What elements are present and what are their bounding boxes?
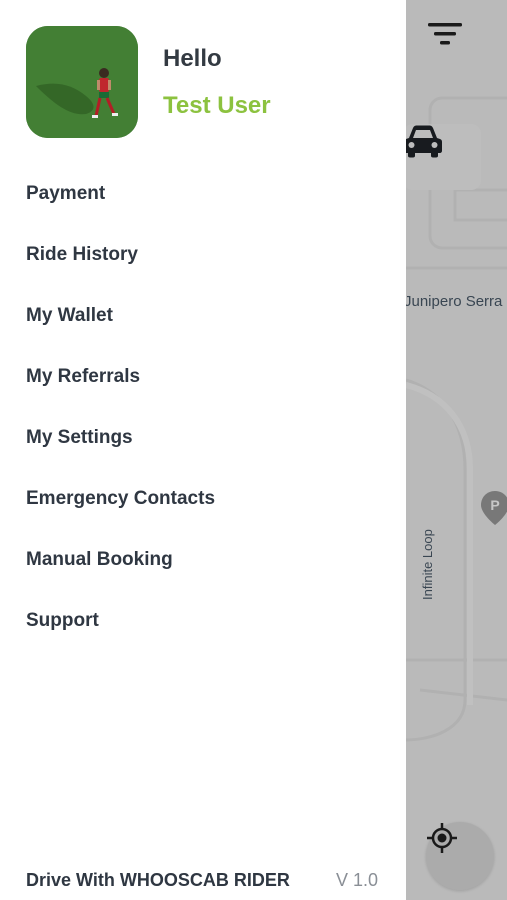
greeting-label: Hello [163,45,222,72]
app-version: V 1.0 [335,870,378,890]
menu-item-my-referrals[interactable]: My Referrals [0,346,406,407]
menu-item-emergency-contacts[interactable]: Emergency Contacts [0,468,406,529]
menu-item-my-wallet[interactable]: My Wallet [0,285,406,346]
menu-item-manual-booking[interactable]: Manual Booking [0,529,406,590]
navigation-drawer: Hello Test User Payment Ride History My … [0,0,406,900]
drawer-footer: Drive With WHOOSCAB RIDER V 1.0 [26,870,378,891]
menu-item-support[interactable]: Support [0,590,406,651]
user-name: Test User [163,92,271,119]
drawer-menu: Payment Ride History My Wallet My Referr… [0,163,406,651]
menu-item-payment[interactable]: Payment [0,163,406,224]
avatar[interactable] [26,26,138,138]
menu-item-my-settings[interactable]: My Settings [0,407,406,468]
profile-photo [26,26,138,138]
menu-item-ride-history[interactable]: Ride History [0,224,406,285]
drive-with-link[interactable]: Drive With WHOOSCAB RIDER [26,870,290,891]
